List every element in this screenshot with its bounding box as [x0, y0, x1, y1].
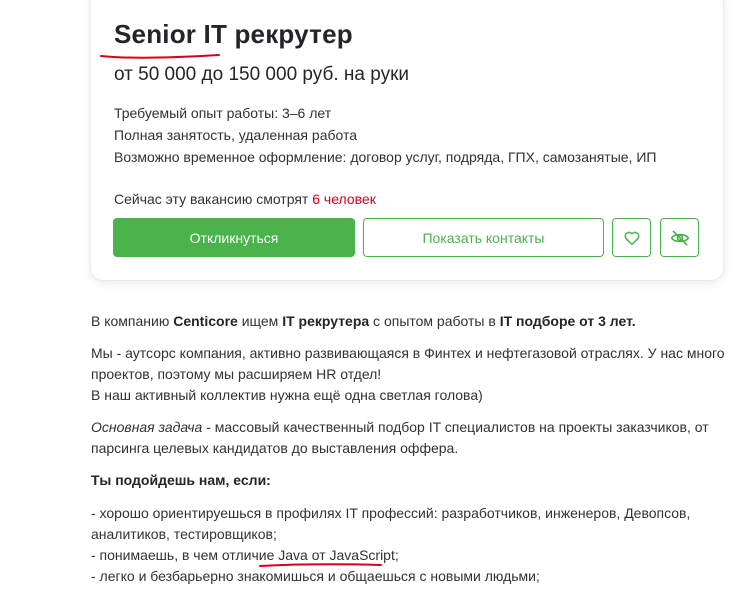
show-contacts-button[interactable]: Показать контакты	[363, 218, 604, 257]
favorite-button[interactable]	[612, 218, 651, 257]
vacancy-title: Senior IT рекрутер	[114, 19, 353, 49]
main-task-line: Основная задача - массовый качественный …	[91, 417, 731, 438]
vacancy-page: Senior IT рекрутер от 50 000 до 150 000 …	[0, 0, 751, 593]
title-underline-annotation	[100, 54, 220, 59]
viewers-count: 6 человек	[312, 191, 376, 207]
experience-highlight: IT подборе от 3 лет.	[499, 313, 636, 329]
requirements-heading-text: Ты подойдешь нам, если:	[91, 472, 271, 488]
company-name: Centicore	[173, 313, 238, 329]
respond-button[interactable]: Откликнуться	[113, 218, 355, 257]
hide-vacancy-button[interactable]	[660, 218, 699, 257]
company-description-line: проектов, поэтому мы расширяем HR отдел!	[91, 366, 382, 382]
requirement-item: - понимаешь, в чем отличие Java от JavaS…	[91, 547, 399, 563]
company-description-line: В наш активный коллектив нужна ещё одна …	[91, 387, 483, 403]
salary: от 50 000 до 150 000 руб. на руки	[114, 64, 410, 85]
intro-text: ищем	[237, 313, 283, 329]
viewers-counter: Сейчас эту вакансию смотрят 6 человек	[114, 191, 376, 207]
heart-icon	[624, 231, 639, 245]
main-task-label: Основная задача	[91, 419, 203, 435]
contract-types: Возможно временное оформление: договор у…	[114, 149, 657, 165]
company-description-line: Мы - аутсорс компания, активно развивающ…	[91, 345, 725, 361]
requirement-item: - легко и безбарьерно знакомишься и обща…	[91, 568, 540, 584]
employment-type: Полная занятость, удаленная работа	[114, 127, 358, 143]
experience-requirement: Требуемый опыт работы: 3–6 лет	[114, 105, 332, 121]
main-task-line: парсинга целевых кандидатов до выставлен…	[91, 440, 459, 456]
main-task-text: - массовый качественный подбор IT специа…	[202, 419, 709, 435]
requirement-item: - хорошо ориентируешься в профилях IT пр…	[91, 505, 691, 521]
eye-off-icon	[670, 230, 689, 245]
position-name: IT рекрутера	[282, 313, 370, 329]
intro-text: В компанию	[91, 313, 174, 329]
intro-text: с опытом работы в	[369, 313, 500, 329]
viewers-text: Сейчас эту вакансию смотрят	[114, 191, 313, 207]
description-intro: В компанию Centicore ищем IT рекрутера с…	[91, 311, 731, 332]
requirement-item: аналитиков, тестировщиков;	[91, 526, 277, 542]
requirements-heading: Ты подойдешь нам, если:	[91, 470, 731, 491]
